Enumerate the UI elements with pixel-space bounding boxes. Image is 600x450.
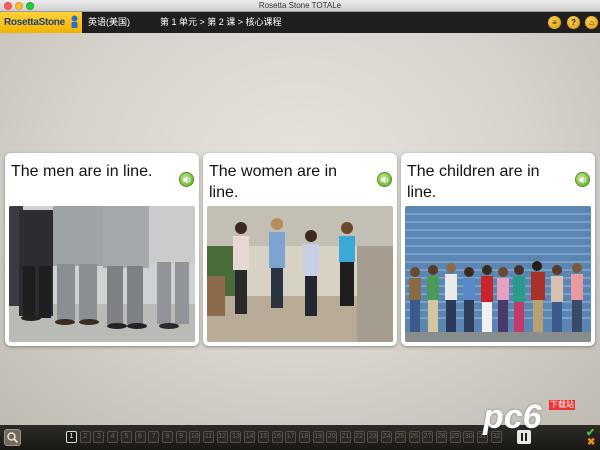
card-caption: The children are in line. <box>407 163 540 201</box>
step-indicator[interactable]: 23 <box>367 431 379 443</box>
pc6-watermark: pc6 下载站 <box>483 398 583 436</box>
step-indicator[interactable]: 28 <box>435 431 447 443</box>
step-indicator[interactable]: 7 <box>148 431 160 443</box>
step-indicator[interactable]: 3 <box>93 431 105 443</box>
step-indicator[interactable]: 11 <box>203 431 214 443</box>
step-indicator[interactable]: 25 <box>394 431 406 443</box>
watermark-badge: 下载站 <box>549 400 575 410</box>
watermark-text: pc6 <box>483 398 542 436</box>
logo-text: RosettaStone <box>4 17 65 28</box>
step-indicator[interactable]: 29 <box>449 431 461 443</box>
cross-icon: ✖ <box>587 437 596 448</box>
step-indicator[interactable]: 18 <box>298 431 310 443</box>
children-in-line-photo[interactable] <box>405 206 591 342</box>
language-label[interactable]: 英语(美国) <box>88 12 130 33</box>
step-indicator[interactable]: 30 <box>463 431 475 443</box>
speaker-icon[interactable] <box>575 172 590 187</box>
men-in-line-photo[interactable] <box>9 206 195 342</box>
step-indicator[interactable]: 9 <box>175 431 187 443</box>
breadcrumb: 第 1 单元 > 第 2 课 > 核心课程 <box>160 17 282 27</box>
step-indicator[interactable]: 4 <box>107 431 119 443</box>
step-indicator[interactable]: 12 <box>216 431 228 443</box>
step-indicator[interactable]: 27 <box>422 431 434 443</box>
step-indicator[interactable]: 15 <box>257 431 269 443</box>
step-indicator[interactable]: 1 <box>66 431 77 443</box>
speaker-icon[interactable] <box>377 172 392 187</box>
card-caption: The men are in line. <box>11 163 153 180</box>
step-indicator[interactable]: 14 <box>244 431 256 443</box>
home-icon[interactable]: ⌂ <box>585 16 598 29</box>
step-indicator[interactable]: 5 <box>120 431 132 443</box>
step-indicator[interactable]: 19 <box>312 431 324 443</box>
step-indicator[interactable]: 10 <box>189 431 201 443</box>
step-indicator[interactable]: 8 <box>161 431 173 443</box>
card-caption: The women are in line. <box>209 163 338 201</box>
logo-mark-icon <box>71 15 78 28</box>
window-titlebar: Rosetta Stone TOTALe <box>0 0 600 12</box>
answer-card-men[interactable]: The men are in line. <box>5 153 199 346</box>
step-indicator[interactable]: 21 <box>340 431 351 443</box>
women-in-line-photo[interactable] <box>207 206 393 342</box>
step-indicator[interactable]: 13 <box>230 431 242 443</box>
list-icon[interactable]: ≡ <box>548 16 561 29</box>
step-indicator[interactable]: 2 <box>79 431 91 443</box>
step-indicator[interactable]: 16 <box>271 431 283 443</box>
answer-card-children[interactable]: The children are in line. <box>401 153 595 346</box>
answer-card-women[interactable]: The women are in line. <box>203 153 397 346</box>
step-indicator[interactable]: 17 <box>285 431 297 443</box>
step-indicator[interactable]: 26 <box>408 431 420 443</box>
step-indicator[interactable]: 24 <box>381 431 393 443</box>
app-header: RosettaStone 英语(美国) 第 1 单元 > 第 2 课 > 核心课… <box>0 12 600 33</box>
rosetta-stone-logo: RosettaStone <box>0 12 82 33</box>
step-indicator[interactable]: 20 <box>326 431 338 443</box>
speaker-icon[interactable] <box>179 172 194 187</box>
window-title: Rosetta Stone TOTALe <box>258 1 342 10</box>
step-indicator[interactable]: 22 <box>353 431 365 443</box>
zoom-icon[interactable] <box>4 429 21 446</box>
help-icon[interactable]: ? <box>567 16 580 29</box>
step-indicator[interactable]: 6 <box>134 431 146 443</box>
